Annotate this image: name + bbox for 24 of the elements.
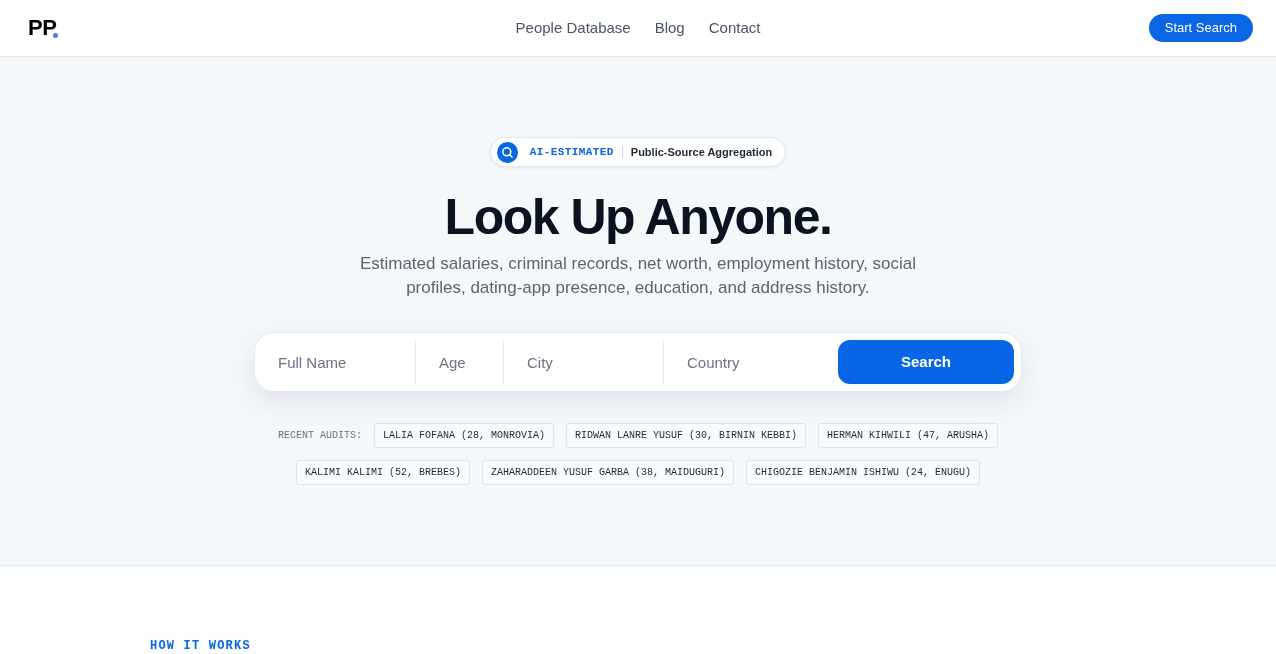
nav-link[interactable]: Contact — [708, 16, 761, 40]
start-search-button[interactable]: Start Search — [1148, 14, 1253, 42]
input-field[interactable]: Country — [663, 340, 831, 384]
logo-dot-icon — [53, 33, 59, 38]
input-field[interactable]: Full Name — [255, 340, 415, 384]
hero-subtitle: Estimated salaries, criminal records, net worth, employment history, social profiles, dating-app presence, education, and address history. — [358, 253, 918, 299]
badge-text: Public-Source Aggregation — [630, 144, 773, 160]
logo[interactable]: PP — [28, 17, 57, 39]
hero-title: Look Up Anyone. — [444, 189, 832, 245]
section-eyebrow: HOW IT WORKS — [150, 639, 251, 653]
recent-audit-chip[interactable]: HERMAN KIHWILI (47, ARUSHA) — [818, 423, 999, 448]
recent-audit-chip[interactable]: RIDWAN LANRE YUSUF (30, BIRNIN KEBBI) — [566, 423, 807, 448]
nav-link[interactable]: Blog — [654, 16, 685, 40]
badge-tag: AI-ESTIMATED — [529, 143, 614, 161]
recent-audit-chip[interactable]: KALIMI KALIMI (52, BREBES) — [295, 460, 470, 485]
search-button[interactable]: Search — [838, 340, 1014, 384]
search-icon — [496, 141, 518, 163]
recent-audit-chip[interactable]: LALIA FOFANA (28, MONROVIA) — [373, 423, 554, 448]
recent-audit-chip[interactable]: CHIGOZIE BENJAMIN ISHIWU (24, ENUGU) — [746, 460, 981, 485]
recent-audits-label: RECENT AUDITS: — [277, 429, 362, 443]
input-field[interactable]: Age — [415, 340, 503, 384]
recent-audit-chip[interactable]: ZAHARADDEEN YUSUF GARBA (38, MAIDUGURI) — [481, 460, 734, 485]
nav-link[interactable]: People Database — [515, 16, 631, 40]
input-field[interactable]: City — [503, 340, 663, 384]
